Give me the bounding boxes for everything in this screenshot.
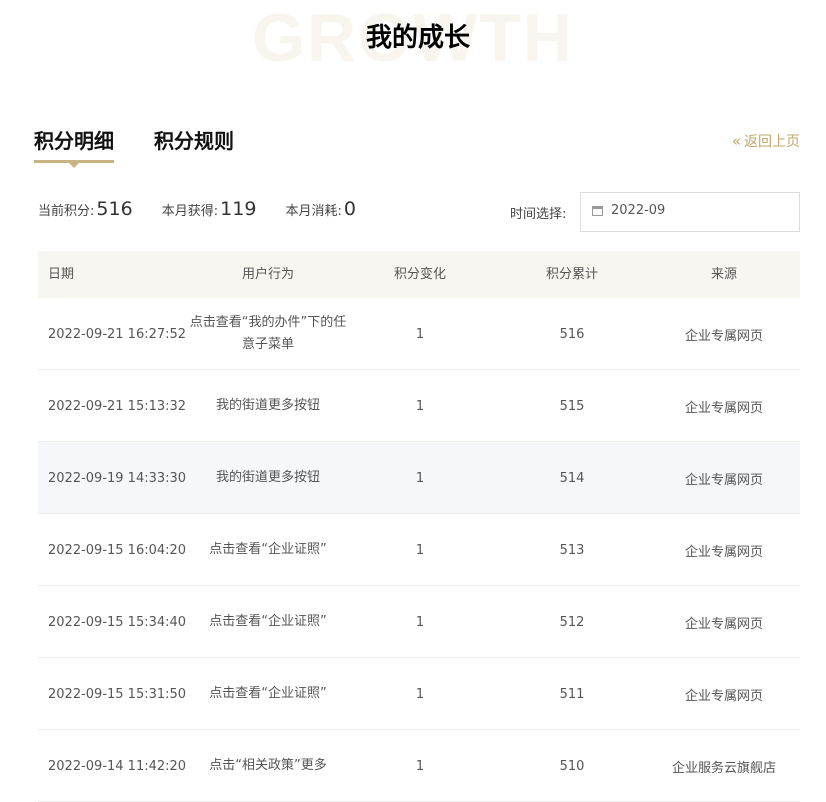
calendar-icon	[592, 206, 603, 216]
cell-total: 512	[559, 614, 585, 630]
cell-action: 点击查看“企业证照”	[209, 614, 327, 629]
cell-date: 2022-09-15 15:34:40	[48, 614, 187, 630]
cell-total: 513	[559, 542, 585, 558]
page-header: GROWTH 我的成长	[0, 0, 826, 80]
cell-total: 511	[559, 686, 585, 702]
points-summary: 当前积分: 516 本月获得: 119 本月消耗: 0	[38, 198, 380, 226]
cell-change: 1	[415, 542, 425, 558]
current-points: 当前积分: 516	[38, 198, 133, 220]
cell-source: 企业服务云旗舰店	[671, 760, 776, 776]
cell-date: 2022-09-15 16:04:20	[48, 542, 187, 558]
column-header-source: 来源	[710, 267, 737, 282]
column-header-date: 日期	[48, 267, 75, 282]
cell-action: 点击查看“我的办件”下的任意子菜单	[189, 315, 347, 352]
cell-action: 我的街道更多按钮	[215, 470, 320, 485]
cell-change: 1	[415, 758, 425, 774]
column-header-action: 用户行为	[241, 267, 294, 282]
cell-change: 1	[415, 614, 425, 630]
table-row: 2022-09-21 15:13:32 我的街道更多按钮 1 515 企业专属网…	[38, 370, 800, 442]
table-row: 2022-09-15 15:31:50 点击查看“企业证照” 1 511 企业专…	[38, 658, 800, 730]
cell-action: 点击“相关政策”更多	[209, 758, 327, 773]
table-header: 日期 用户行为 积分变化 积分累计 来源	[38, 251, 800, 298]
cell-change: 1	[415, 398, 425, 414]
table-row: 2022-09-21 16:27:52 点击查看“我的办件”下的任意子菜单 1 …	[38, 298, 800, 370]
double-chevron-left-icon: «	[731, 132, 741, 150]
cell-total: 510	[559, 758, 585, 774]
table-row: 2022-09-14 11:42:20 点击“相关政策”更多 1 510 企业服…	[38, 730, 800, 802]
cell-date: 2022-09-21 15:13:32	[48, 398, 187, 414]
tab-points-detail[interactable]: 积分明细	[34, 125, 114, 168]
current-points-value: 516	[96, 198, 133, 220]
month-gained-value: 119	[220, 198, 257, 220]
cell-total: 516	[559, 326, 585, 342]
tab-points-rules[interactable]: 积分规则	[154, 125, 234, 157]
time-filter-label: 时间选择:	[510, 207, 567, 222]
page-title: 我的成长	[365, 23, 470, 53]
cell-source: 企业专属网页	[684, 616, 763, 632]
cell-change: 1	[415, 686, 425, 702]
cell-source: 企业专属网页	[684, 472, 763, 488]
cell-source: 企业专属网页	[684, 400, 763, 416]
cell-action: 点击查看“企业证照”	[209, 542, 327, 557]
month-consumed-value: 0	[343, 198, 356, 220]
current-points-label: 当前积分:	[38, 204, 95, 219]
cell-total: 514	[559, 470, 585, 486]
table-row: 2022-09-15 16:04:20 点击查看“企业证照” 1 513 企业专…	[38, 514, 800, 586]
month-picker-value: 2022-09	[611, 203, 666, 218]
table-row: 2022-09-15 15:34:40 点击查看“企业证照” 1 512 企业专…	[38, 586, 800, 658]
cell-action: 我的街道更多按钮	[215, 398, 320, 413]
column-header-change: 积分变化	[393, 267, 446, 282]
points-table: 日期 用户行为 积分变化 积分累计 来源 2022-09-21 16:27:52…	[38, 251, 800, 802]
cell-source: 企业专属网页	[684, 328, 763, 344]
cell-date: 2022-09-21 16:27:52	[48, 326, 187, 342]
month-picker-input[interactable]: 2022-09	[580, 192, 800, 232]
cell-source: 企业专属网页	[684, 544, 763, 560]
month-gained-label: 本月获得:	[161, 204, 219, 219]
cell-action: 点击查看“企业证照”	[209, 686, 327, 701]
month-gained: 本月获得: 119	[162, 198, 257, 220]
cell-change: 1	[415, 470, 425, 486]
column-header-total: 积分累计	[545, 267, 598, 282]
back-link[interactable]: «返回上页	[732, 131, 800, 152]
cell-total: 515	[559, 398, 585, 414]
cell-date: 2022-09-15 15:31:50	[48, 686, 187, 702]
month-consumed-label: 本月消耗:	[285, 204, 342, 219]
cell-change: 1	[415, 326, 425, 342]
cell-date: 2022-09-19 14:33:30	[48, 470, 187, 486]
table-row: 2022-09-19 14:33:30 我的街道更多按钮 1 514 企业专属网…	[38, 442, 800, 514]
month-consumed: 本月消耗: 0	[286, 198, 356, 220]
cell-source: 企业专属网页	[684, 688, 763, 704]
cell-date: 2022-09-14 11:42:20	[48, 758, 187, 774]
back-link-label: 返回上页	[744, 134, 800, 150]
